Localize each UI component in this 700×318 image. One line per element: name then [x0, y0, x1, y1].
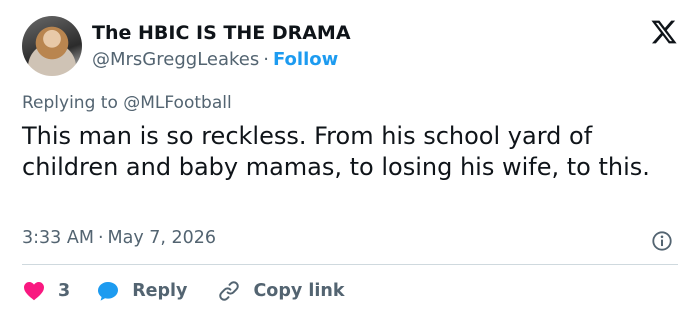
reply-button[interactable]: Reply [96, 279, 217, 303]
x-logo-icon[interactable] [650, 18, 678, 46]
copy-link-button[interactable]: Copy link [217, 279, 344, 303]
tweet-header: The HBIC IS THE DRAMA @MrsGreggLeakes · Fo… [22, 14, 682, 78]
reply-label: Reply [132, 281, 188, 301]
replying-to-prefix: Replying to [22, 93, 124, 113]
like-button[interactable]: 3 [22, 279, 96, 303]
like-count: 3 [58, 281, 71, 301]
speech-bubble-icon [98, 282, 119, 301]
author-handle-row: @MrsGreggLeakes · Follow [92, 48, 351, 72]
handle-separator: · [263, 49, 269, 70]
author-handle[interactable]: @MrsGreggLeakes [92, 49, 259, 70]
replying-to: Replying to @MLFootball [22, 93, 232, 113]
author-display-name[interactable]: The HBIC IS THE DRAMA [92, 21, 351, 45]
follow-button[interactable]: Follow [273, 49, 338, 70]
heart-icon [24, 282, 44, 301]
timestamp-separator: · [97, 228, 104, 248]
tweet-timestamp[interactable]: 3:33 AM · May 7, 2026 [22, 228, 216, 248]
tweet-time: 3:33 AM [22, 228, 94, 248]
action-bar: 3 Reply Copy link [22, 278, 344, 304]
tweet-date: May 7, 2026 [107, 228, 217, 248]
copy-link-label: Copy link [253, 281, 345, 301]
divider [22, 264, 678, 265]
tweet-text: This man is so reckless. From his school… [22, 122, 650, 181]
replying-to-mention[interactable]: @MLFootball [123, 93, 231, 113]
link-icon [219, 281, 240, 301]
author-block: The HBIC IS THE DRAMA @MrsGreggLeakes · Fo… [92, 21, 351, 72]
avatar[interactable] [22, 16, 82, 76]
info-icon[interactable] [651, 230, 673, 252]
